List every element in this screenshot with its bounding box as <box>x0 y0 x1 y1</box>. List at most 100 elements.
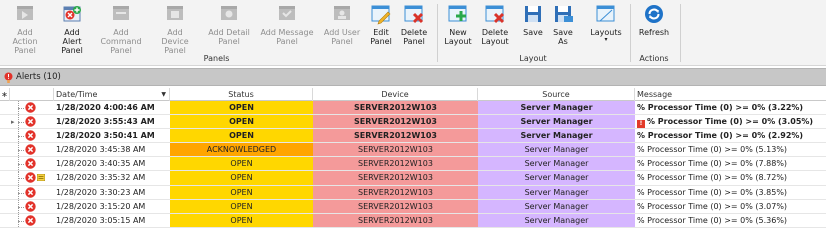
button-label: Panel <box>276 37 298 46</box>
cell-status: OPEN <box>170 171 313 185</box>
delete-panel-button[interactable]: Delete Panel <box>399 2 429 46</box>
add-command-panel-icon <box>113 6 129 20</box>
alerts-panel-title: Alerts (10) <box>16 72 61 82</box>
actions-group-label: Actions <box>639 54 669 63</box>
column-header-status[interactable]: Status <box>170 88 313 101</box>
add-detail-panel-button[interactable]: Add Detail Panel <box>206 2 252 46</box>
layout-group-label: Layout <box>519 54 547 63</box>
error-x-icon <box>25 186 36 198</box>
cell-datetime: 1/28/2020 4:00:46 AM <box>56 103 155 112</box>
save-as-layout-button[interactable]: Save As <box>551 2 575 46</box>
grid-header-row: ∗ Date/Time ▼ Status Device Source Messa… <box>0 88 826 101</box>
edit-panel-button[interactable]: Edit Panel <box>369 2 393 46</box>
add-message-panel-button[interactable]: Add Message Panel <box>259 2 315 46</box>
error-x-icon <box>25 200 36 212</box>
cell-status: OPEN <box>170 115 313 129</box>
table-row[interactable]: 1/28/2020 3:05:15 AM OPEN SERVER2012W103 Se… <box>0 213 826 228</box>
message-text: % Processor Time (0) >= 0% (3.85%) <box>637 187 788 197</box>
save-icon <box>525 6 541 22</box>
delete-panel-icon <box>404 5 424 24</box>
sort-descending-icon: ▼ <box>161 91 166 98</box>
message-text: % Processor Time (0) >= 0% (8.72%) <box>637 173 788 183</box>
flag-icon: ! <box>637 120 645 129</box>
column-header-label: Message <box>637 90 673 99</box>
add-user-panel-button[interactable]: Add User Panel <box>321 2 363 46</box>
cell-message: !% Processor Time (0) >= 0% (3.05%) <box>637 115 826 129</box>
save-layout-button[interactable]: Save <box>520 2 546 37</box>
table-row[interactable]: 1/28/2020 3:15:20 AM OPEN SERVER2012W103 Se… <box>0 199 826 214</box>
message-text: % Processor Time (0) >= 0% (3.05%) <box>647 117 814 127</box>
error-x-icon <box>25 144 36 155</box>
column-header-device[interactable]: Device <box>313 88 478 101</box>
add-device-panel-button[interactable]: Add Device Panel <box>153 2 197 55</box>
table-row[interactable]: 1/28/2020 3:30:23 AM OPEN SERVER2012W103 Se… <box>0 185 826 200</box>
add-alert-panel-button[interactable]: Add Alert Panel <box>54 2 90 55</box>
cell-datetime: 1/28/2020 3:05:15 AM <box>56 215 146 225</box>
refresh-button[interactable]: Refresh <box>637 2 671 37</box>
delete-layout-button[interactable]: Delete Layout <box>480 2 510 46</box>
cell-datetime: 1/28/2020 3:45:38 AM <box>56 145 146 155</box>
cell-status: ACKNOWLEDGED <box>170 143 313 157</box>
new-layout-button[interactable]: New Layout <box>443 2 473 46</box>
button-label: Add Message <box>260 28 314 37</box>
message-text: % Processor Time (0) >= 0% (5.36%) <box>637 215 788 225</box>
button-label: Add User <box>323 28 361 37</box>
error-x-icon <box>25 102 36 113</box>
cell-status: OPEN <box>170 199 313 213</box>
cell-status: OPEN <box>170 129 313 143</box>
table-row[interactable]: 1/28/2020 3:35:32 AM OPEN SERVER2012W103 Se… <box>0 171 826 186</box>
dropdown-caret: ▾ <box>604 36 608 43</box>
tree-connector <box>18 150 24 152</box>
ribbon-toolbar: Add Action Panel Add Alert Panel Add Com… <box>0 0 826 66</box>
table-row[interactable]: 1/28/2020 3:45:38 AM ACKNOWLEDGED SERVER20… <box>0 143 826 158</box>
cell-source: Server Manager <box>478 143 635 157</box>
table-row[interactable]: 1/28/2020 3:50:41 AM OPEN SERVER2012W103 Se… <box>0 129 826 144</box>
add-command-panel-button[interactable]: Add Command Panel <box>95 2 147 55</box>
tree-connector <box>18 108 24 109</box>
table-row[interactable]: ▸ 1/28/2020 3:55:43 AM OPEN SERVER2012W103 S… <box>0 115 826 130</box>
layouts-dropdown-button[interactable]: Layouts ▾ <box>589 2 623 43</box>
button-label: Panel <box>403 37 425 46</box>
cell-source: Server Manager <box>478 157 635 171</box>
message-text: % Processor Time (0) >= 0% (2.92%) <box>637 131 804 141</box>
alerts-grid: ∗ Date/Time ▼ Status Device Source Messa… <box>0 88 826 228</box>
expand-row-icon[interactable]: ▸ <box>11 118 15 126</box>
column-header-source[interactable]: Source <box>478 88 635 101</box>
cell-device: SERVER2012W103 <box>313 171 478 185</box>
tree-connector <box>18 136 24 138</box>
button-label: Panel <box>331 37 353 46</box>
cell-message: % Processor Time (0) >= 0% (8.72%) <box>637 171 826 184</box>
button-label: Add Detail <box>208 28 250 37</box>
tree-connector <box>18 220 24 222</box>
cell-device: SERVER2012W103 <box>313 213 478 227</box>
cell-message: % Processor Time (0) >= 0% (5.36%) <box>637 214 826 227</box>
column-header-message[interactable]: Message <box>635 88 826 101</box>
tree-connector <box>18 122 24 124</box>
column-header-label: Device <box>381 90 409 99</box>
tree-connector <box>18 206 24 208</box>
cell-device: SERVER2012W103 <box>313 143 478 157</box>
alerts-panel-header: Alerts (10) <box>0 68 826 86</box>
delete-layout-icon <box>485 5 505 24</box>
table-row[interactable]: 1/28/2020 4:00:46 AM OPEN SERVER2012W103 Se… <box>0 101 826 116</box>
column-header-datetime[interactable]: Date/Time ▼ <box>54 88 170 101</box>
button-label: Panel <box>370 37 392 46</box>
button-label: Refresh <box>638 28 670 37</box>
message-text: % Processor Time (0) >= 0% (7.88%) <box>637 159 788 169</box>
message-text: % Processor Time (0) >= 0% (5.13%) <box>637 145 788 155</box>
column-header-label: Status <box>228 90 254 99</box>
button-label: New <box>449 28 467 37</box>
column-header-label: Date/Time <box>56 90 98 99</box>
button-label: Layout <box>444 37 472 46</box>
button-label: Layout <box>481 37 509 46</box>
cell-device: SERVER2012W103 <box>313 129 478 143</box>
cell-source: Server Manager <box>478 129 635 143</box>
cell-message: % Processor Time (0) >= 0% (3.85%) <box>637 186 826 199</box>
message-text: % Processor Time (0) >= 0% (3.07%) <box>637 201 788 211</box>
error-x-icon <box>25 116 36 127</box>
cell-source: Server Manager <box>478 115 635 129</box>
add-action-panel-button[interactable]: Add Action Panel <box>4 2 46 55</box>
error-x-icon <box>25 158 36 170</box>
add-detail-panel-icon <box>221 6 237 20</box>
table-row[interactable]: 1/28/2020 3:40:35 AM OPEN SERVER2012W103 Se… <box>0 157 826 172</box>
